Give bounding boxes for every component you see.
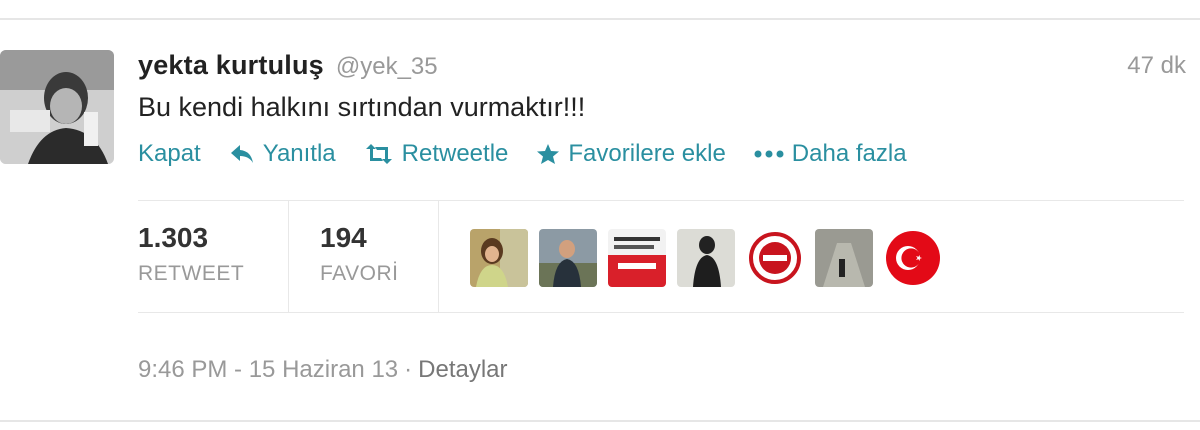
favoriter-avatar[interactable] bbox=[470, 229, 528, 287]
user-fullname[interactable]: yekta kurtuluş bbox=[138, 50, 324, 81]
favoriters-avatars bbox=[470, 229, 953, 287]
stats-divider bbox=[288, 200, 289, 312]
favoriter-avatar[interactable] bbox=[746, 229, 804, 287]
tweet-footer: 9:46 PM - 15 Haziran 13 · Detaylar bbox=[138, 356, 508, 384]
stats-top-divider bbox=[138, 200, 1184, 201]
details-link[interactable]: Detaylar bbox=[418, 356, 507, 384]
footer-separator: · bbox=[404, 356, 413, 383]
retweet-stat[interactable]: 1.303 RETWEET bbox=[138, 222, 244, 286]
close-button[interactable]: Kapat bbox=[138, 140, 201, 168]
retweet-count-label: RETWEET bbox=[138, 262, 245, 285]
tweet-time[interactable]: 47 dk bbox=[1127, 52, 1186, 80]
retweet-label: Retweetle bbox=[401, 140, 509, 167]
close-label: Kapat bbox=[138, 140, 201, 167]
stats-divider bbox=[438, 200, 439, 312]
favorite-count-label: FAVORİ bbox=[320, 262, 399, 285]
favoriter-avatar[interactable] bbox=[815, 229, 873, 287]
favoriter-avatar[interactable] bbox=[539, 229, 597, 287]
reply-icon bbox=[230, 145, 253, 163]
reply-button[interactable]: Yanıtla bbox=[229, 140, 336, 168]
more-button[interactable]: Daha fazla bbox=[754, 140, 907, 168]
top-divider bbox=[0, 18, 1200, 20]
favorite-count: 194 bbox=[320, 222, 367, 253]
tweet-text: Bu kendi halkını sırtından vurmaktır!!! bbox=[138, 92, 586, 122]
avatar[interactable] bbox=[0, 50, 114, 164]
tweet-timestamp: 9:46 PM - 15 Haziran 13 bbox=[138, 356, 399, 383]
star-icon bbox=[537, 144, 560, 164]
more-dots-icon bbox=[754, 150, 784, 158]
tweet-actions: Kapat Yanıtla Retweetle Favorilere ekle … bbox=[138, 140, 935, 168]
favorite-label: Favorilere ekle bbox=[568, 140, 726, 167]
more-label: Daha fazla bbox=[791, 140, 907, 167]
stats-bottom-divider bbox=[138, 312, 1184, 313]
retweet-button[interactable]: Retweetle bbox=[364, 140, 509, 168]
bottom-divider bbox=[0, 420, 1200, 422]
favorite-stat[interactable]: 194 FAVORİ bbox=[320, 222, 398, 286]
favorite-button[interactable]: Favorilere ekle bbox=[536, 140, 726, 168]
tweet-header: yekta kurtuluş @yek_35 bbox=[138, 50, 438, 84]
favoriter-avatar[interactable] bbox=[608, 229, 666, 287]
turkish-flag-avatar[interactable] bbox=[884, 229, 942, 287]
retweet-icon bbox=[365, 144, 392, 164]
retweet-count: 1.303 bbox=[138, 222, 209, 253]
user-screen-name[interactable]: @yek_35 bbox=[336, 53, 438, 81]
favoriter-avatar[interactable] bbox=[677, 229, 735, 287]
reply-label: Yanıtla bbox=[262, 140, 336, 167]
